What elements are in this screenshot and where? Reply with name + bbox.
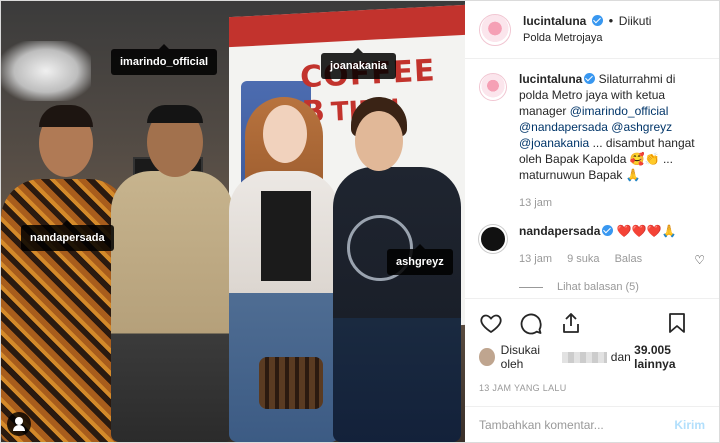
mention-link[interactable]: @nandapersada	[519, 120, 608, 134]
author-avatar[interactable]	[479, 13, 511, 46]
comment-text: ❤️❤️❤️🙏	[613, 224, 677, 238]
add-comment-bar: Kirim	[465, 406, 719, 442]
share-icon[interactable]	[559, 311, 583, 335]
replies-line	[519, 286, 543, 288]
caption-body: lucintaluna Silaturrahmi di polda Metro …	[519, 71, 705, 211]
instagram-post: COFFEE B TIBN imarindo_official joanakan…	[0, 0, 720, 443]
comment-meta: 13 jam 9 suka Balas	[519, 251, 676, 267]
comments-section: lucintaluna Silaturrahmi di polda Metro …	[465, 59, 719, 298]
photo-tag-joanakania[interactable]: joanakania	[321, 48, 396, 79]
commenter-username[interactable]: nandapersada	[519, 224, 600, 238]
photo-tag-nandapersada[interactable]: nandapersada	[21, 220, 114, 251]
heart-icon[interactable]	[479, 311, 503, 335]
mention-link[interactable]: @ashgreyz	[611, 120, 672, 134]
liked-by-prefix: Disukai oleh	[500, 343, 541, 371]
photo-tag-ashgreyz[interactable]: ashgreyz	[387, 244, 453, 275]
add-comment-input[interactable]	[479, 417, 675, 432]
view-replies-label: Lihat balasan (5)	[557, 281, 639, 293]
mention-link[interactable]: @imarindo_official	[570, 104, 669, 118]
comment-body: nandapersada ❤️❤️❤️🙏 13 jam 9 suka Balas	[519, 223, 676, 267]
commenter-avatar[interactable]	[479, 225, 507, 253]
person-3-top	[261, 191, 311, 281]
person-3-head	[263, 105, 307, 163]
person-1-body	[1, 179, 129, 442]
photo-tag-imarindo[interactable]: imarindo_official	[111, 44, 218, 75]
comment-item: nandapersada ❤️❤️❤️🙏 13 jam 9 suka Balas	[479, 223, 705, 267]
caption-username[interactable]: lucintaluna	[519, 72, 582, 86]
post-side-panel: lucintaluna • Diikuti Polda Metrojaya lu…	[465, 1, 719, 442]
person-2-body	[111, 171, 233, 442]
mention-link[interactable]: @joanakania	[519, 136, 589, 150]
header-text: lucintaluna • Diikuti Polda Metrojaya	[523, 12, 651, 47]
post-actions: Disukai oleh dan 39.005 lainnya 13 JAM Y…	[465, 298, 719, 406]
bookmark-icon[interactable]	[665, 311, 689, 335]
caption-meta: 13 jam	[519, 195, 705, 211]
post-header: lucintaluna • Diikuti Polda Metrojaya	[465, 1, 719, 59]
verified-badge-icon	[602, 225, 614, 236]
person-4-head	[355, 111, 403, 171]
blurred-liker-name	[561, 351, 607, 363]
liked-by-and: dan	[610, 350, 631, 364]
comment-likes[interactable]: 9 suka	[567, 253, 599, 265]
person-2-hair	[147, 105, 203, 123]
post-location[interactable]: Polda Metrojaya	[523, 30, 651, 47]
view-replies-button[interactable]: Lihat balasan (5)	[519, 281, 705, 293]
caption-avatar[interactable]	[479, 73, 507, 101]
reply-button[interactable]: Balas	[615, 253, 643, 265]
comment-like-heart-icon[interactable]: ♡	[694, 253, 705, 267]
caption: lucintaluna Silaturrahmi di polda Metro …	[479, 71, 705, 211]
ceiling-light	[1, 41, 91, 101]
liker-avatar[interactable]	[479, 348, 495, 366]
comment-icon[interactable]	[519, 311, 543, 335]
post-photo[interactable]: COFFEE B TIBN imarindo_official joanakan…	[1, 1, 465, 442]
person-4-body	[333, 167, 461, 442]
post-timestamp[interactable]: 13 JAM YANG LALU	[479, 383, 705, 393]
author-username[interactable]: lucintaluna	[523, 14, 586, 28]
liked-by: Disukai oleh dan 39.005 lainnya	[479, 343, 705, 371]
verified-badge-icon	[584, 73, 596, 84]
like-count-link[interactable]: 39.005 lainnya	[634, 343, 705, 371]
caption-time[interactable]: 13 jam	[519, 197, 552, 209]
send-comment-button[interactable]: Kirim	[674, 418, 705, 432]
verified-badge-icon	[591, 15, 603, 26]
header-separator: •	[608, 13, 614, 28]
follow-status-button[interactable]: Diikuti	[619, 14, 652, 28]
comment-time[interactable]: 13 jam	[519, 253, 552, 265]
handbag	[259, 357, 323, 409]
user-tags-icon[interactable]	[7, 412, 31, 436]
